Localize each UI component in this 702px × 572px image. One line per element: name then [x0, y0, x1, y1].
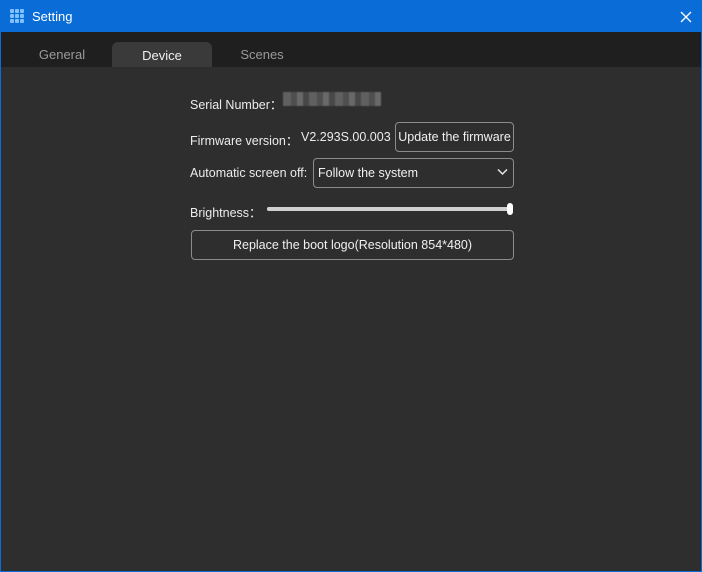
brightness-slider[interactable] — [267, 203, 513, 215]
tab-device[interactable]: Device — [112, 42, 212, 67]
serial-number-redacted — [283, 92, 381, 106]
chevron-down-icon — [497, 168, 508, 176]
grid-app-icon — [10, 9, 25, 24]
firmware-version-value: V2.293S.00.003 — [301, 130, 391, 144]
serial-number-label: Serial Number： — [190, 98, 283, 112]
replace-boot-logo-button[interactable]: Replace the boot logo(Resolution 854*480… — [191, 230, 514, 260]
screen-off-label: Automatic screen off: — [190, 166, 308, 180]
settings-window: Setting General Device Scenes Serial Num… — [0, 0, 702, 572]
close-icon — [680, 11, 692, 22]
tab-bar: General Device Scenes — [1, 32, 701, 67]
update-firmware-button[interactable]: Update the firmware — [395, 122, 514, 152]
window-title: Setting — [32, 9, 73, 24]
brightness-fill — [267, 207, 513, 211]
tab-scenes[interactable]: Scenes — [212, 42, 312, 67]
brightness-label: Brightness： — [190, 206, 262, 220]
close-button[interactable] — [671, 1, 701, 32]
firmware-version-label: Firmware version： — [190, 134, 299, 148]
screen-off-select[interactable]: Follow the system — [313, 158, 514, 188]
brightness-thumb[interactable] — [507, 203, 513, 215]
screen-off-value: Follow the system — [318, 166, 419, 180]
title-bar: Setting — [1, 1, 701, 32]
tab-general[interactable]: General — [12, 42, 112, 67]
